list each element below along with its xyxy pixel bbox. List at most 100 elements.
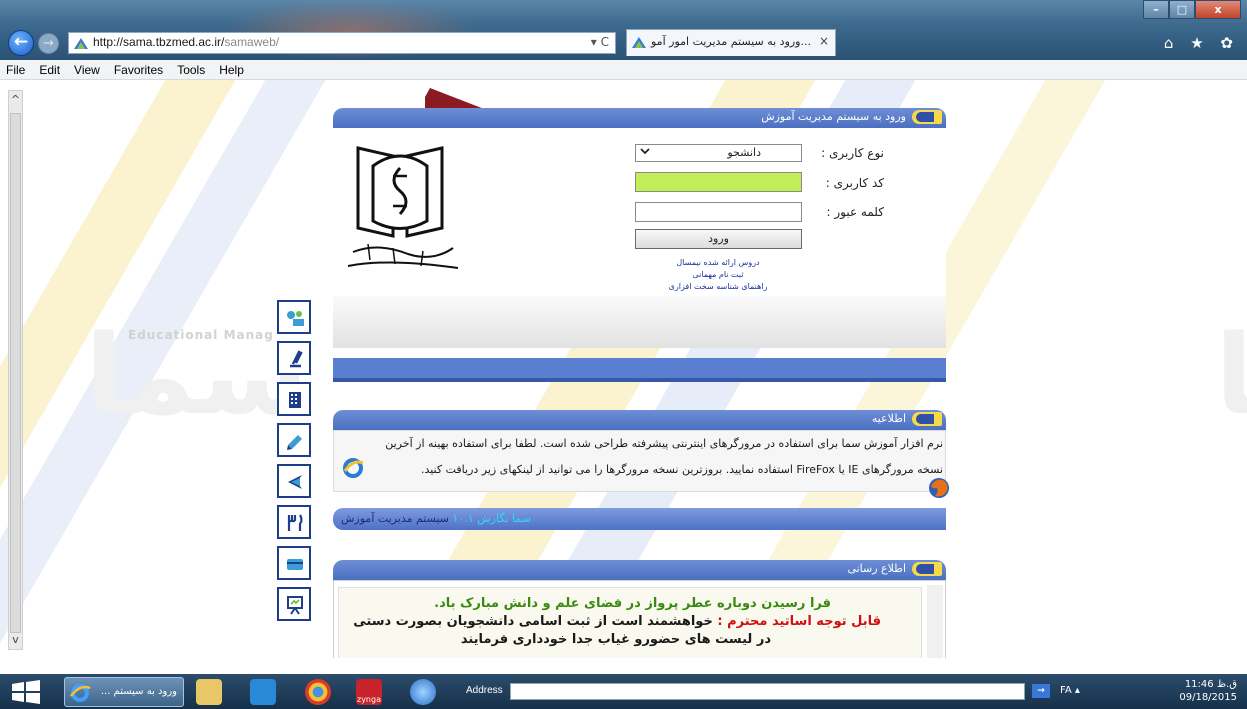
login-panel-title: ورود به سیستم مدیریت آموزش <box>761 110 906 123</box>
chrome-taskbar-icon[interactable] <box>305 679 331 705</box>
login-form: نوع کاربری : دانشجو کد کاربری : کلمه عبو… <box>333 128 946 296</box>
url-host: http://sama.tbzmed.ac.ir/ <box>93 35 225 49</box>
user-type-select[interactable]: دانشجو <box>635 144 802 162</box>
spacer <box>317 478 318 479</box>
notice-line-2: نسخه مرورگرهای IE یا FireFox استفاده نما… <box>420 463 943 476</box>
address-url: http://sama.tbzmed.ac.ir/samaweb/ <box>93 35 279 49</box>
clock-date: 09/18/2015 <box>1179 692 1237 703</box>
side-nav-users-icon[interactable] <box>277 300 311 334</box>
inform-messages: فرا رسیدن دوباره عطر پرواز در فضای علم و… <box>338 587 922 658</box>
panel-tab-icon <box>912 110 942 124</box>
login-panel-bottom-bar <box>333 358 946 378</box>
go-icon[interactable]: → <box>1032 684 1050 698</box>
user-type-value: دانشجو <box>727 146 761 159</box>
site-favicon-icon <box>74 38 88 49</box>
vertical-scrollbar[interactable]: ^ v <box>8 90 23 650</box>
system-title: سما نگارش ۱۰.۱ سیستم مدیریت آموزش <box>341 512 531 525</box>
firefox-download-icon[interactable] <box>927 476 951 500</box>
browser-titlebar: ← → http://sama.tbzmed.ac.ir/samaweb/ ▾ … <box>0 0 1247 60</box>
taskbar-address-label: Address <box>466 685 503 696</box>
url-path: samaweb/ <box>224 35 280 49</box>
watermark-subtitle: Educational Manag <box>128 328 274 342</box>
menu-file[interactable]: File <box>6 63 25 77</box>
login-button[interactable]: ورود <box>635 229 802 249</box>
link-offered-courses[interactable]: دروس ارائه شده نیمسال <box>643 258 793 267</box>
password-label: کلمه عبور : <box>826 205 884 219</box>
taskbar-clock[interactable]: 11:46 ق.ظ 09/18/2015 <box>1179 678 1237 704</box>
login-panel-header: ورود به سیستم مدیریت آموزش <box>333 108 946 128</box>
tab-active[interactable]: ...ورود به سیستم مدیریت امور آمو × <box>626 29 836 56</box>
login-panel-bottom-line <box>333 378 946 382</box>
windows-taskbar: ورود به سیستم ... zynga Address → FA ▴ 1… <box>0 674 1247 709</box>
side-nav-microscope-icon[interactable] <box>277 341 311 375</box>
side-nav-icons <box>277 300 313 628</box>
explorer-taskbar-icon[interactable] <box>196 679 222 705</box>
panel-tab-icon <box>912 562 942 576</box>
password-field[interactable] <box>635 202 802 222</box>
notice-panel-header: اطلاعیه <box>333 410 946 430</box>
inform-scrollbar[interactable] <box>927 585 943 658</box>
scroll-up-icon[interactable]: ^ <box>9 93 22 107</box>
inform-message-2: قابل توجه اساتید محترم : خواهشمند است از… <box>353 614 881 629</box>
side-nav-building-icon[interactable] <box>277 382 311 416</box>
forward-button[interactable]: → <box>38 33 59 54</box>
menu-bar: File Edit View Favorites Tools Help <box>0 60 1247 80</box>
back-button[interactable]: ← <box>8 30 34 56</box>
link-guest-registration[interactable]: ثبت نام مهمانی <box>643 270 793 279</box>
ie-taskbar-button[interactable]: ورود به سیستم ... <box>64 677 184 707</box>
menu-view[interactable]: View <box>74 63 100 77</box>
login-panel: ورود به سیستم مدیریت آموزش نوع کاربری : … <box>333 108 946 408</box>
inform-message-1: فرا رسیدن دوباره عطر پرواز در فضای علم و… <box>434 596 831 611</box>
menu-tools[interactable]: Tools <box>177 63 205 77</box>
menu-edit[interactable]: Edit <box>39 63 60 77</box>
tab-close-icon[interactable]: × <box>819 34 829 48</box>
side-nav-food-icon[interactable] <box>277 505 311 539</box>
inform-message-2-text: خواهشمند است از ثبت اسامی دانشجویان بصور… <box>353 614 713 629</box>
minimize-button[interactable]: – <box>1143 0 1169 19</box>
menu-favorites[interactable]: Favorites <box>114 63 163 77</box>
taskbar-address-input[interactable] <box>510 683 1025 700</box>
inform-panel-header: اطلاع رسانی <box>333 560 946 580</box>
inform-panel: اطلاع رسانی فرا رسیدن دوباره عطر پرواز د… <box>333 560 946 658</box>
link-hardware-id-guide[interactable]: راهنمای شناسه سخت افزاری <box>643 282 793 291</box>
tab-favicon-icon <box>632 37 646 48</box>
zynga-taskbar-icon[interactable]: zynga <box>356 679 382 705</box>
user-code-label: کد کاربری : <box>825 176 884 190</box>
user-code-field[interactable] <box>635 172 802 192</box>
app-taskbar-icon[interactable] <box>410 679 436 705</box>
system-tray[interactable]: FA ▴ <box>1060 685 1080 696</box>
notice-panel: اطلاعیه نرم افزار آموزش سما برای استفاده… <box>333 410 949 500</box>
chevron-down-icon <box>639 145 651 160</box>
close-window-button[interactable]: x <box>1195 0 1241 19</box>
notice-panel-title: اطلاعیه <box>871 412 906 425</box>
start-button-icon[interactable] <box>8 680 44 704</box>
window-controls: – □ x <box>1143 0 1241 20</box>
zynga-label: zynga <box>357 695 381 704</box>
university-logo <box>338 136 468 276</box>
side-nav-card-icon[interactable] <box>277 546 311 580</box>
side-nav-presentation-icon[interactable] <box>277 587 311 621</box>
system-version: سما نگارش ۱۰.۱ <box>452 512 531 525</box>
system-name: سیستم مدیریت آموزش <box>341 512 450 525</box>
inform-message-2-highlight: قابل توجه اساتید محترم : <box>717 614 881 629</box>
system-title-bar: سما نگارش ۱۰.۱ سیستم مدیریت آموزش <box>333 508 946 530</box>
page-viewport: سما سما Educational Manag ^ v ورود به سی… <box>0 80 1247 658</box>
side-nav-back-icon[interactable] <box>277 464 311 498</box>
inform-panel-title: اطلاع رسانی <box>847 562 906 575</box>
menu-help[interactable]: Help <box>219 63 244 77</box>
scroll-thumb[interactable] <box>10 113 21 633</box>
address-bar[interactable]: http://sama.tbzmed.ac.ir/samaweb/ ▾ C <box>68 32 616 54</box>
user-type-label: نوع کاربری : <box>821 146 884 160</box>
media-player-taskbar-icon[interactable] <box>250 679 276 705</box>
clock-time: 11:46 ق.ظ <box>1184 679 1237 690</box>
side-nav-pen-icon[interactable] <box>277 423 311 457</box>
scroll-down-icon[interactable]: v <box>9 633 22 647</box>
ie-download-icon[interactable] <box>342 457 364 479</box>
refresh-icon[interactable]: ▾ C <box>591 35 609 49</box>
watermark-logo-right: سما <box>1215 311 1247 439</box>
home-favorites-settings-icons[interactable]: ⌂ ★ ✿ <box>1164 34 1239 52</box>
panel-tab-icon <box>912 412 942 426</box>
maximize-button[interactable]: □ <box>1169 0 1195 19</box>
ie-task-label: ورود به سیستم ... <box>100 686 177 697</box>
login-panel-footer <box>333 296 946 348</box>
